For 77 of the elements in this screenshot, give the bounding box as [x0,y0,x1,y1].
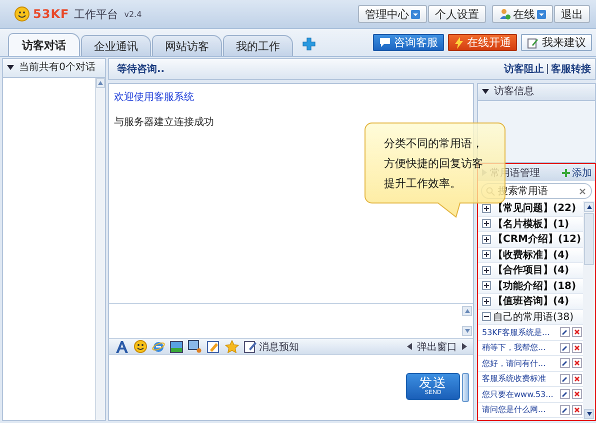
file-icon[interactable] [207,340,220,353]
expand-icon[interactable] [482,250,491,260]
smiley-logo-icon [14,6,30,22]
preview-button[interactable]: 消息预知 [244,340,299,354]
action-button[interactable]: 我来建议 [521,34,592,51]
chat-message: 欢迎使用客服系统 [114,90,195,104]
expand-icon[interactable] [482,281,491,290]
add-link[interactable]: 添加 [572,166,592,180]
visitor-info-header[interactable]: 访客信息 [477,83,596,101]
delete-icon[interactable] [572,389,582,400]
tooltip-line: 提升工作效率。 [384,176,462,192]
header-button[interactable]: 退出 [554,5,590,23]
edit-icon[interactable] [560,342,570,353]
edit-icon[interactable] [560,358,570,368]
smiley-icon[interactable] [134,340,147,353]
toolbar-link[interactable]: 访客阻止 [504,62,544,76]
collapse-arrow-icon[interactable] [482,88,489,94]
phrase-item[interactable]: 您只要在www.53... [482,388,558,400]
chat-message: 与服务器建立连接成功 [114,116,215,129]
tab[interactable]: 访客对话 [8,33,80,56]
delete-icon[interactable] [572,327,582,338]
status-text: 等待咨询.. [117,62,165,76]
dropdown-icon [411,10,420,18]
version-label: v2.4 [124,10,142,18]
delete-icon[interactable] [572,342,582,353]
header-button[interactable]: 在线 [492,5,553,23]
left-arrow-icon[interactable] [407,343,412,350]
toolbar-link[interactable]: 客服转接 [551,62,591,76]
expand-icon[interactable] [482,296,491,306]
popup-window-label[interactable]: 弹出窗口 [417,340,457,354]
header-button[interactable]: 个人设置 [428,5,486,23]
right-arrow-icon[interactable] [462,343,467,350]
delete-icon[interactable] [572,374,582,384]
collapse-icon[interactable] [482,312,491,322]
scrollbar[interactable] [583,201,595,420]
user-status-icon [499,8,511,20]
action-button[interactable]: 咨询客服 [373,34,444,51]
action-button[interactable]: 在线开通 [448,34,517,51]
tab[interactable]: 我的工作 [223,35,293,56]
notepad-icon [244,340,257,353]
header-button[interactable]: 管理中心 [358,5,427,23]
browser-icon[interactable] [152,340,165,353]
lightning-icon [454,36,464,48]
expand-icon[interactable] [482,266,491,275]
edit-icon[interactable] [560,327,570,338]
delete-icon[interactable] [572,404,582,415]
tooltip-line: 方便快捷的回复访客 [384,156,483,172]
phrase-item[interactable]: 53KF客服系统是... [482,326,558,338]
star-icon[interactable] [225,340,239,353]
scroll-down-icon[interactable] [586,412,592,416]
session-count-header[interactable]: 当前共有0个对话 [3,59,105,78]
delete-icon[interactable] [572,358,582,368]
pencil-note-icon [527,36,539,48]
font-icon[interactable] [115,340,129,354]
scrollbar[interactable] [95,78,105,420]
expand-icon[interactable] [482,234,491,244]
logo-text: 53KF [33,7,70,21]
add-tab-icon[interactable] [302,37,316,51]
scroll-up-icon[interactable] [586,205,592,209]
expand-icon[interactable] [482,204,491,213]
edit-icon[interactable] [560,389,570,400]
collapse-arrow-icon[interactable] [7,64,14,70]
tab[interactable]: 网站访客 [152,35,222,56]
phrase-item[interactable]: 您好，请问有什... [482,358,558,369]
expand-icon[interactable] [482,219,491,228]
dropdown-icon [537,10,546,18]
scroll-thumb[interactable] [584,213,594,265]
edit-icon[interactable] [560,374,570,384]
edit-icon[interactable] [560,404,570,415]
screenshot-icon[interactable] [188,340,202,353]
clear-icon[interactable] [579,188,586,195]
tab[interactable]: 企业通讯 [81,35,151,56]
phrase-item[interactable]: 稍等下，我帮您... [482,342,558,354]
tooltip-line: 分类不同的常用语， [384,136,483,152]
app-title: 工作平台 [74,6,118,22]
image-icon[interactable] [170,340,183,352]
chat-bubble-icon [379,37,391,48]
